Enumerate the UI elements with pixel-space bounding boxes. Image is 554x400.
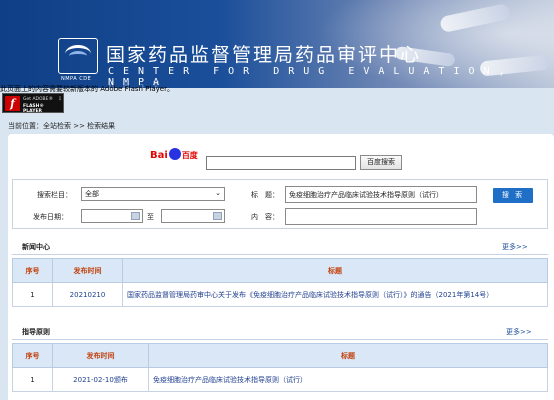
- header-banner: NMPA CDE 国家药品监督管理局药品审评中心 CENTER FOR DRUG…: [0, 0, 554, 88]
- date-range-separator: 至: [147, 213, 154, 221]
- site-title-cn: 国家药品监督管理局药品审评中心: [106, 44, 422, 66]
- title-label: 标 题：: [251, 191, 279, 199]
- search-button[interactable]: 搜 索: [493, 188, 533, 203]
- title-input[interactable]: 免疫细胞治疗产品临床试验技术指导原则（试行）: [285, 186, 477, 203]
- row-date: 20210210: [52, 282, 123, 307]
- row-title-link[interactable]: 免疫细胞治疗产品临床试验技术指导原则（试行）: [148, 367, 548, 392]
- table-row: 1 20210210 国家药品监督管理局药审中心关于发布《免疫细胞治疗产品临床试…: [12, 282, 548, 307]
- get-flash-player-button[interactable]: f Get ADOBE® FLASH® PLAYER ⇩: [2, 93, 64, 114]
- news-table: 序号 发布时间 标题 1 20210210 国家药品监督管理局药审中心关于发布《…: [12, 258, 548, 307]
- guidance-table: 序号 发布时间 标题 1 2021-02-10颁布 免疫细胞治疗产品临床试验技术…: [12, 343, 548, 392]
- table-header-row: 序号 发布时间 标题: [12, 343, 548, 368]
- advanced-search-form: 搜索栏目： 全部 ⌄ 标 题： 免疫细胞治疗产品临床试验技术指导原则（试行） 搜…: [12, 179, 548, 229]
- guidance-section-title: 指导原则: [22, 328, 50, 336]
- guidance-more-link[interactable]: 更多>>: [506, 327, 532, 337]
- col-header-date: 发布时间: [52, 258, 123, 283]
- row-title-link[interactable]: 国家药品监督管理局药审中心关于发布《免疫细胞治疗产品临床试验技术指导原则（试行）…: [122, 282, 548, 307]
- divider: [12, 339, 548, 340]
- col-header-index: 序号: [12, 343, 53, 368]
- column-select[interactable]: 全部 ⌄: [81, 187, 225, 201]
- col-header-index: 序号: [12, 258, 53, 283]
- flash-icon: f: [5, 96, 20, 111]
- chevron-down-icon: ⌄: [215, 189, 221, 197]
- calendar-icon[interactable]: [213, 212, 222, 220]
- baidu-search-button[interactable]: 百度搜索: [360, 155, 402, 170]
- content-label: 内 容：: [251, 213, 279, 221]
- col-header-date: 发布时间: [52, 343, 149, 368]
- table-row: 1 2021-02-10颁布 免疫细胞治疗产品临床试验技术指导原则（试行）: [12, 367, 548, 392]
- row-date: 2021-02-10颁布: [52, 367, 149, 392]
- row-index: 1: [12, 367, 53, 392]
- logo-text: NMPA CDE: [61, 76, 92, 82]
- calendar-icon[interactable]: [131, 212, 140, 220]
- flash-line1: Get ADOBE®: [23, 97, 53, 102]
- news-more-link[interactable]: 更多>>: [502, 242, 528, 252]
- baidu-logo: Bai 百度: [150, 148, 198, 161]
- breadcrumb: 当前位置：全站检索 >> 检索结果: [8, 122, 116, 130]
- paw-icon: [168, 148, 181, 160]
- content-input[interactable]: [285, 208, 477, 225]
- download-arrow-icon: ⇩: [58, 96, 63, 102]
- baidu-search-input[interactable]: [206, 156, 356, 170]
- flash-line2: FLASH® PLAYER: [23, 104, 44, 114]
- table-header-row: 序号 发布时间 标题: [12, 258, 548, 283]
- column-label: 搜索栏目：: [37, 191, 72, 199]
- news-section-title: 新闻中心: [22, 243, 50, 251]
- nmpa-logo: [58, 38, 98, 74]
- col-header-title: 标题: [148, 343, 548, 368]
- end-date-input[interactable]: [161, 209, 225, 223]
- divider: [12, 254, 548, 255]
- col-header-title: 标题: [122, 258, 548, 283]
- date-label: 发布日期：: [33, 213, 68, 221]
- start-date-input[interactable]: [81, 209, 143, 223]
- row-index: 1: [12, 282, 53, 307]
- site-title-en-reflection: CENTER FOR DRUG EVALUATION, NMPA: [108, 78, 169, 88]
- main-content: Bai 百度 百度搜索 搜索栏目： 全部 ⌄ 标 题： 免疫细胞治疗产品临床试验技…: [8, 134, 554, 400]
